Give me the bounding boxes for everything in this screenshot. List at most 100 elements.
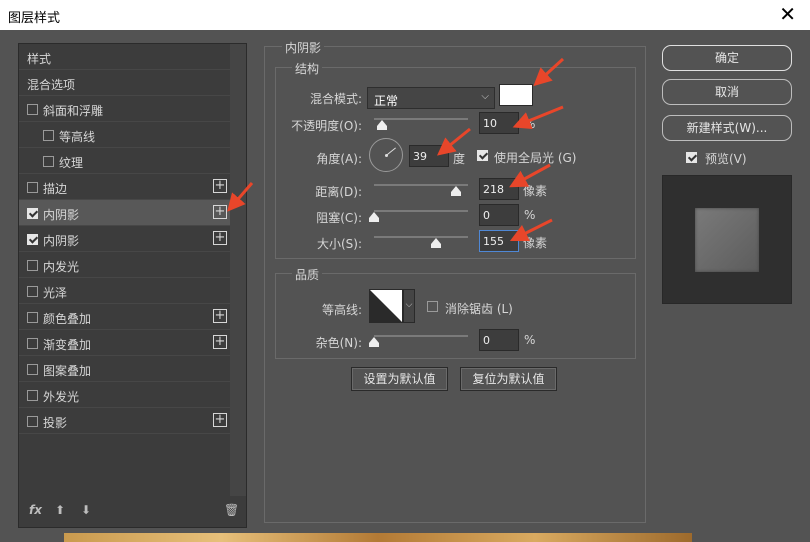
style-item[interactable]: 纹理 bbox=[19, 148, 231, 174]
global-light-checkbox[interactable] bbox=[477, 150, 488, 161]
style-item-checkbox[interactable] bbox=[27, 260, 38, 271]
preview-label[interactable]: 预览(V) bbox=[705, 150, 747, 167]
choke-unit: % bbox=[524, 208, 536, 222]
style-item[interactable]: 内阴影 + bbox=[19, 226, 231, 252]
preview-checkbox[interactable] bbox=[686, 152, 697, 163]
angle-dial[interactable] bbox=[369, 138, 403, 172]
distance-slider-thumb[interactable] bbox=[451, 186, 461, 196]
size-slider-track[interactable] bbox=[374, 236, 468, 238]
choke-slider-track[interactable] bbox=[374, 210, 468, 212]
style-item-label: 光泽 bbox=[43, 286, 68, 300]
fx-icon[interactable]: fx bbox=[29, 503, 42, 517]
style-item-checkbox[interactable] bbox=[27, 338, 38, 349]
title-bar: 图层样式 ✕ bbox=[0, 0, 810, 30]
style-item-checkbox[interactable] bbox=[27, 234, 38, 245]
style-item[interactable]: 渐变叠加 + bbox=[19, 330, 231, 356]
style-item[interactable]: 颜色叠加 + bbox=[19, 304, 231, 330]
cancel-button[interactable]: 取消 bbox=[662, 79, 792, 105]
distance-input[interactable]: 218 bbox=[479, 178, 519, 200]
style-item-checkbox[interactable] bbox=[27, 104, 38, 115]
style-item[interactable]: 图案叠加 bbox=[19, 356, 231, 382]
size-input[interactable]: 155 bbox=[479, 230, 519, 252]
style-item[interactable]: 光泽 bbox=[19, 278, 231, 304]
antialias-label[interactable]: 消除锯齿 (L) bbox=[445, 300, 513, 317]
style-item-label: 混合选项 bbox=[27, 78, 76, 92]
noise-slider-thumb[interactable] bbox=[369, 337, 379, 347]
blend-mode-select[interactable]: 正常 ⌵ bbox=[367, 87, 495, 109]
style-item-checkbox[interactable] bbox=[43, 156, 54, 167]
style-item-checkbox[interactable] bbox=[27, 286, 38, 297]
style-item-label: 图案叠加 bbox=[43, 364, 92, 378]
add-effect-icon[interactable]: + bbox=[213, 231, 227, 245]
opacity-slider-track[interactable] bbox=[374, 118, 468, 120]
opacity-input[interactable]: 10 bbox=[479, 112, 519, 134]
close-icon[interactable]: ✕ bbox=[779, 3, 796, 25]
add-effect-icon[interactable]: + bbox=[213, 413, 227, 427]
structure-title: 结构 bbox=[292, 60, 323, 77]
quality-title: 品质 bbox=[292, 266, 323, 283]
preview-swatch bbox=[695, 208, 759, 272]
contour-label: 等高线: bbox=[321, 303, 362, 317]
contour-dropdown-icon[interactable]: ⌵ bbox=[403, 289, 415, 323]
style-item[interactable]: 投影 + bbox=[19, 408, 231, 434]
style-item-label: 内发光 bbox=[43, 260, 80, 274]
style-item-label: 斜面和浮雕 bbox=[43, 104, 104, 118]
angle-input[interactable]: 39 bbox=[409, 145, 449, 167]
opacity-slider-thumb[interactable] bbox=[377, 120, 387, 130]
styles-list-footer: fx ⬆ ⬇ 🗑 bbox=[19, 495, 246, 527]
style-item-checkbox[interactable] bbox=[27, 364, 38, 375]
global-light-label[interactable]: 使用全局光 (G) bbox=[494, 149, 576, 166]
reset-default-button[interactable]: 复位为默认值 bbox=[460, 367, 557, 391]
size-slider-thumb[interactable] bbox=[431, 238, 441, 248]
noise-label: 杂色(N): bbox=[315, 336, 362, 350]
add-effect-icon[interactable]: + bbox=[213, 205, 227, 219]
style-item-label: 等高线 bbox=[59, 130, 96, 144]
new-style-button[interactable]: 新建样式(W)... bbox=[662, 115, 792, 141]
noise-slider-track[interactable] bbox=[374, 335, 468, 337]
ok-button[interactable]: 确定 bbox=[662, 45, 792, 71]
style-item[interactable]: 斜面和浮雕 bbox=[19, 96, 231, 122]
style-item-label: 内阴影 bbox=[43, 208, 80, 222]
shadow-color-swatch[interactable] bbox=[499, 84, 533, 106]
choke-input[interactable]: 0 bbox=[479, 204, 519, 226]
move-down-icon[interactable]: ⬇ bbox=[81, 503, 91, 517]
size-unit: 像素 bbox=[523, 236, 548, 250]
layer-style-dialog: 图层样式 ✕ 样式混合选项斜面和浮雕等高线纹理描边 + 内阴影 + 内阴影 + 内发光光泽颜… bbox=[0, 0, 810, 542]
style-item-label: 描边 bbox=[43, 182, 68, 196]
antialias-checkbox[interactable] bbox=[427, 301, 438, 312]
style-item-label: 内阴影 bbox=[43, 234, 80, 248]
style-item[interactable]: 样式 bbox=[19, 44, 231, 70]
opacity-unit: % bbox=[524, 117, 536, 131]
add-effect-icon[interactable]: + bbox=[213, 179, 227, 193]
style-item[interactable]: 外发光 bbox=[19, 382, 231, 408]
angle-unit: 度 bbox=[453, 152, 466, 166]
contour-preview[interactable] bbox=[369, 289, 403, 323]
opacity-label: 不透明度(O): bbox=[291, 119, 362, 133]
style-item[interactable]: 内阴影 + bbox=[19, 200, 231, 226]
style-item-checkbox[interactable] bbox=[27, 390, 38, 401]
styles-list-scrollbar[interactable] bbox=[230, 44, 246, 496]
add-effect-icon[interactable]: + bbox=[213, 335, 227, 349]
choke-slider-thumb[interactable] bbox=[369, 212, 379, 222]
style-item[interactable]: 描边 + bbox=[19, 174, 231, 200]
style-item-checkbox[interactable] bbox=[27, 416, 38, 427]
trash-icon[interactable]: 🗑 bbox=[224, 503, 239, 517]
style-item-label: 颜色叠加 bbox=[43, 312, 92, 326]
style-item-label: 纹理 bbox=[59, 156, 84, 170]
style-item[interactable]: 混合选项 bbox=[19, 70, 231, 96]
move-up-icon[interactable]: ⬆ bbox=[55, 503, 65, 517]
style-item-checkbox[interactable] bbox=[43, 130, 54, 141]
chevron-down-icon: ⌵ bbox=[481, 91, 489, 102]
styles-list-panel: 样式 混合选项 斜面和浮雕 等高线 纹理 描边 + 内阴影 + 内阴影 + 内发光 光泽 颜色叠加 + 渐变叠… bbox=[18, 43, 247, 528]
style-item-checkbox[interactable] bbox=[27, 208, 38, 219]
style-item-label: 外发光 bbox=[43, 390, 80, 404]
add-effect-icon[interactable]: + bbox=[213, 309, 227, 323]
noise-input[interactable]: 0 bbox=[479, 329, 519, 351]
style-item[interactable]: 内发光 bbox=[19, 252, 231, 278]
set-default-button[interactable]: 设置为默认值 bbox=[351, 367, 448, 391]
distance-unit: 像素 bbox=[523, 184, 548, 198]
style-item-checkbox[interactable] bbox=[27, 182, 38, 193]
style-item[interactable]: 等高线 bbox=[19, 122, 231, 148]
style-preview bbox=[662, 175, 792, 304]
style-item-checkbox[interactable] bbox=[27, 312, 38, 323]
